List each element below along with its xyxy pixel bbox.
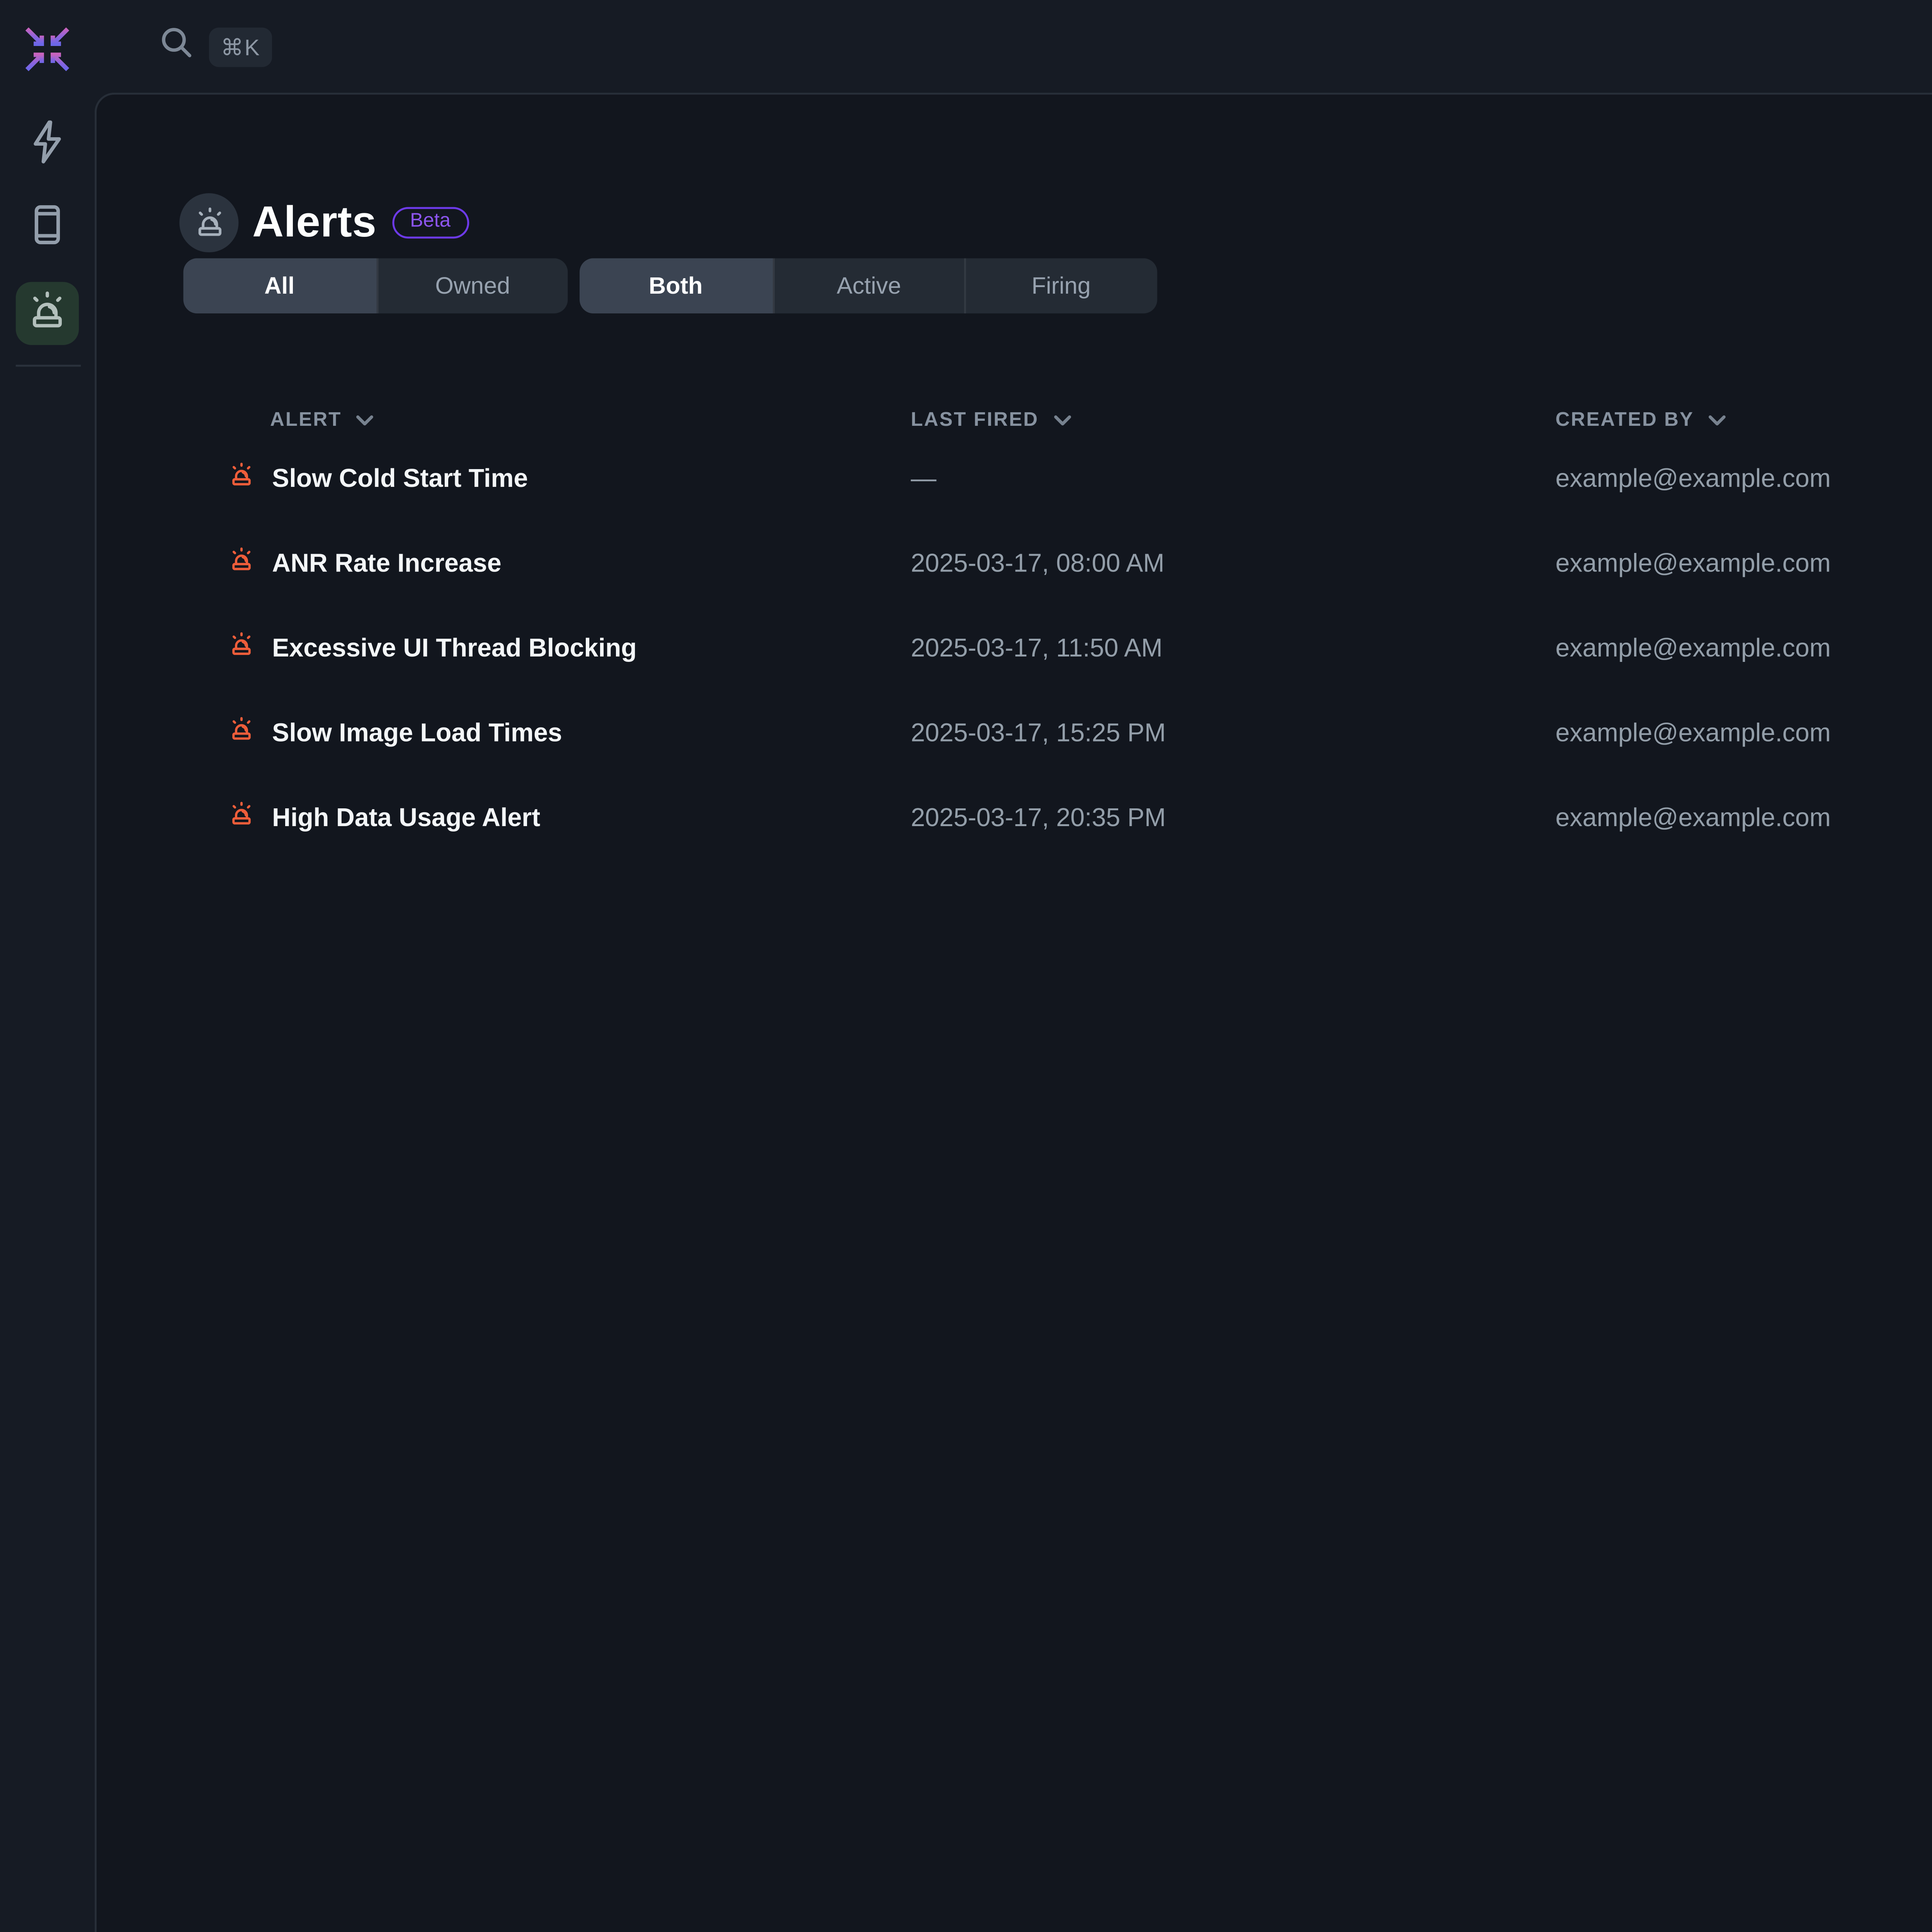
filter-owned[interactable]: Owned (376, 258, 568, 313)
table-row[interactable]: Excessive UI Thread Blocking 2025-03-17,… (97, 605, 1932, 690)
created-by-cell: example@example.com (1556, 548, 1932, 578)
last-fired-cell: 2025-03-17, 20:35 PM (911, 803, 1555, 832)
alert-name: Excessive UI Thread Blocking (272, 633, 637, 663)
created-by-cell: example@example.com (1556, 803, 1932, 832)
sidebar-item-alerts[interactable] (16, 282, 79, 345)
table-row[interactable]: Slow Cold Start Time — example@example.c… (97, 436, 1932, 520)
main-content: Alerts Beta All Owned Both Active Firing… (95, 93, 1932, 1932)
siren-icon (227, 713, 257, 752)
sidebar (0, 0, 95, 1932)
device-icon (24, 200, 71, 257)
chevron-down-icon (354, 410, 377, 430)
alerts-table: Slow Cold Start Time — example@example.c… (97, 436, 1932, 860)
search-control[interactable]: ⌘K (160, 25, 272, 68)
last-fired-cell: — (911, 463, 1555, 493)
page-siren-icon (179, 193, 238, 252)
beta-badge: Beta (392, 206, 468, 238)
last-fired-cell: 2025-03-17, 08:00 AM (911, 548, 1555, 578)
column-header-last-fired[interactable]: LAST FIRED (911, 409, 1555, 431)
app-window: ⌘K (0, 0, 1932, 1932)
table-row[interactable]: High Data Usage Alert 2025-03-17, 20:35 … (97, 775, 1932, 859)
filter-all[interactable]: All (183, 258, 375, 313)
alert-name: Slow Image Load Times (272, 718, 562, 747)
created-by-cell: example@example.com (1556, 463, 1932, 493)
zap-icon (24, 117, 71, 175)
created-by-cell: example@example.com (1556, 718, 1932, 747)
status-filter: Both Active Firing (580, 258, 1156, 313)
table-header: ALERT LAST FIRED CREATED BY STATUS (97, 404, 1932, 436)
page-title: Alerts (252, 197, 376, 248)
siren-icon (227, 458, 257, 498)
alert-name: ANR Rate Increase (272, 548, 502, 578)
alert-name: Slow Cold Start Time (272, 463, 528, 493)
sidebar-item-devices[interactable] (16, 197, 79, 260)
column-header-created-by[interactable]: CREATED BY (1556, 409, 1932, 431)
siren-icon (227, 543, 257, 583)
embrace-logo[interactable] (18, 20, 77, 79)
column-header-alert[interactable]: ALERT (227, 409, 911, 431)
search-shortcut-kbd: ⌘K (209, 27, 272, 66)
created-by-cell: example@example.com (1556, 633, 1932, 663)
filter-firing[interactable]: Firing (964, 258, 1156, 313)
table-row[interactable]: Slow Image Load Times 2025-03-17, 15:25 … (97, 690, 1932, 775)
last-fired-cell: 2025-03-17, 11:50 AM (911, 633, 1555, 663)
topbar: ⌘K (95, 0, 1932, 93)
last-fired-cell: 2025-03-17, 15:25 PM (911, 718, 1555, 747)
chevron-down-icon (1706, 410, 1730, 430)
sidebar-divider (15, 365, 80, 367)
filter-both[interactable]: Both (580, 258, 772, 313)
siren-icon (227, 628, 257, 667)
sidebar-item-performance[interactable] (16, 114, 79, 177)
search-icon (160, 25, 193, 68)
ownership-filter: All Owned (183, 258, 568, 313)
siren-icon (24, 285, 71, 342)
filter-bar: All Owned Both Active Firing (183, 258, 1156, 313)
filter-active[interactable]: Active (772, 258, 964, 313)
chevron-down-icon (1051, 410, 1074, 430)
table-row[interactable]: ANR Rate Increase 2025-03-17, 08:00 AM e… (97, 520, 1932, 605)
alert-name: High Data Usage Alert (272, 803, 540, 832)
siren-icon (227, 798, 257, 837)
